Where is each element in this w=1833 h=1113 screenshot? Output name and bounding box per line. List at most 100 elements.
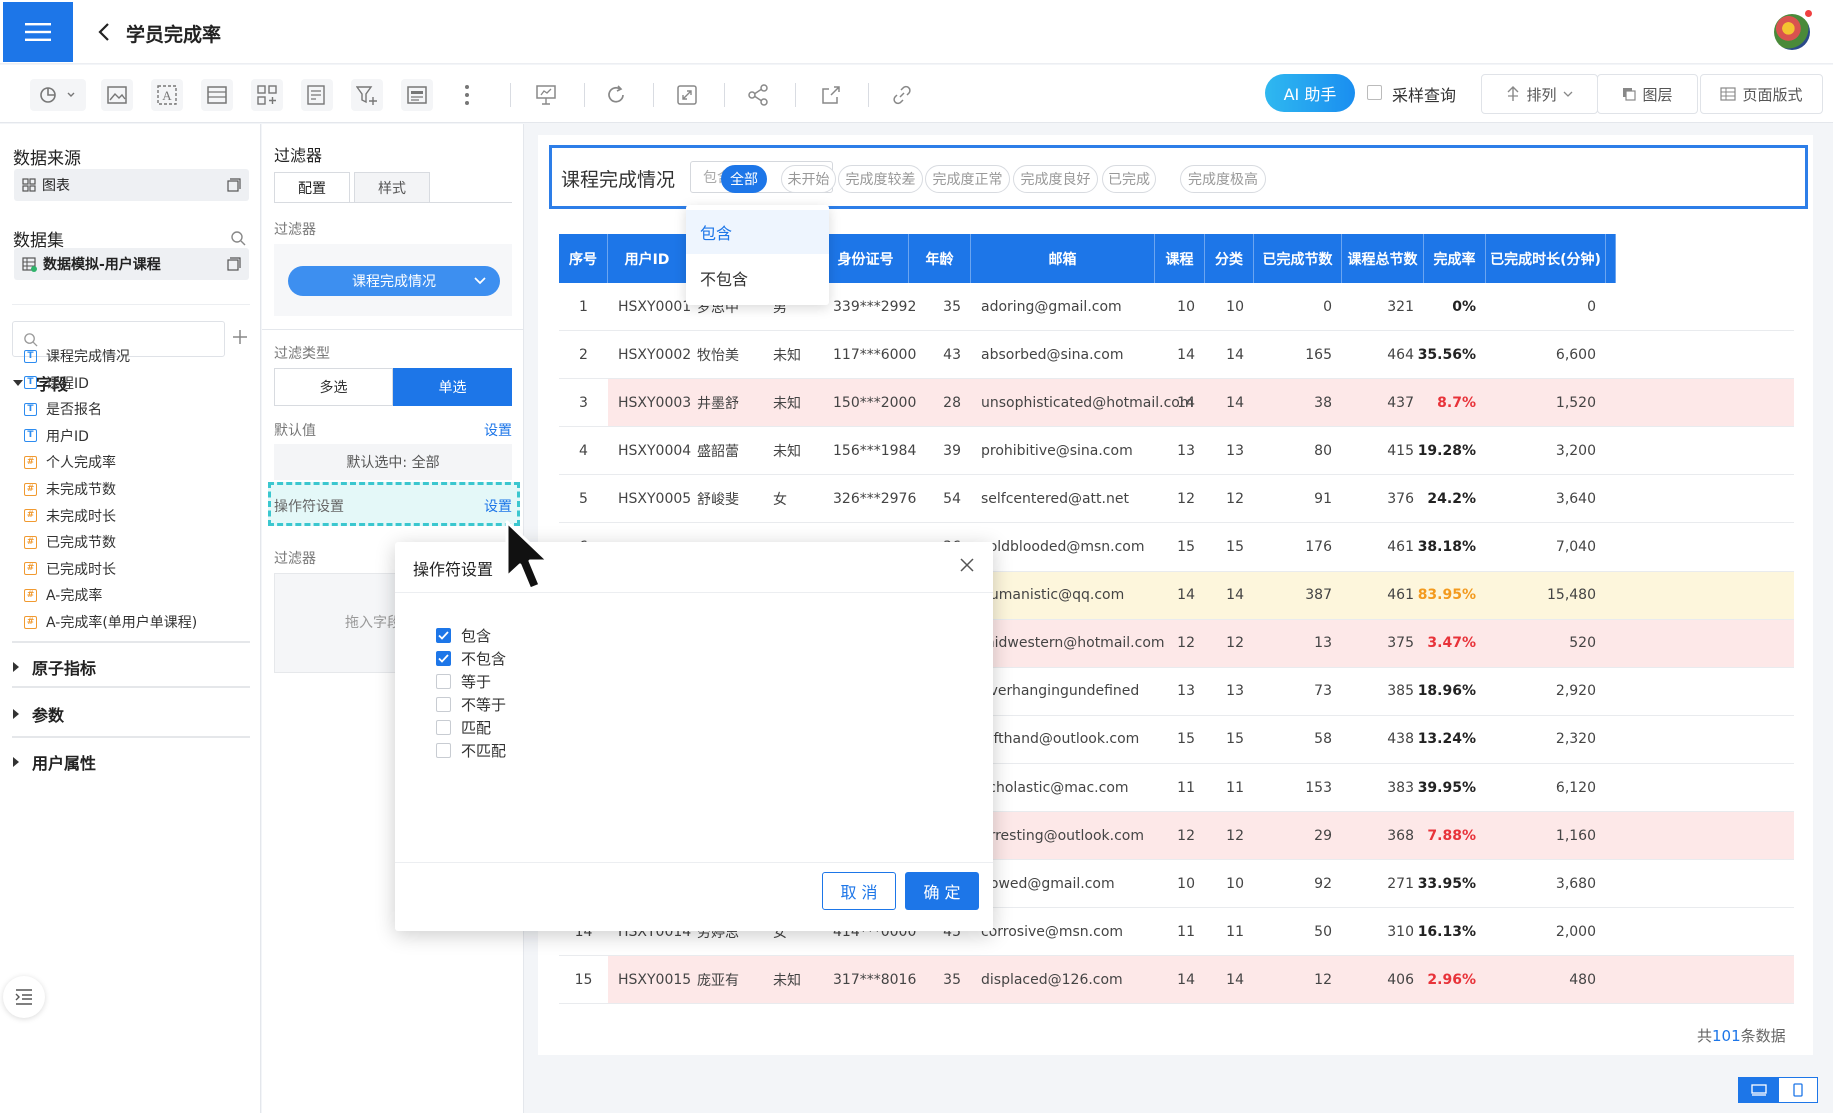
filter-chip[interactable]: 未开始 [781,165,836,193]
field-item[interactable]: # A-完成率(单用户单课程) [24,612,197,632]
operator-set-link[interactable]: 设置 [484,496,512,516]
page-format-button[interactable]: 页面版式 [1700,74,1823,114]
table-header-cell[interactable]: 身份证号 [823,234,909,283]
filter-chip[interactable]: 全部 [721,165,767,193]
close-icon[interactable] [960,558,974,572]
table-cell-cat: 14 [1226,346,1244,363]
operator-option-label: 不包含 [461,650,507,668]
params-group[interactable]: 参数 [12,702,64,726]
filter-chip[interactable]: 完成度正常 [925,165,1010,193]
table-row[interactable]: 4 HSXY0004 盛韶蕾 未知 156***1984 39 prohibitive@si… [559,427,1794,476]
table-cell-rate: 39.95% [1417,779,1476,796]
table-header-cell[interactable]: 已完成节数 [1254,234,1342,283]
operator-option[interactable]: 匹配 [436,717,491,738]
operator-option-not-contains[interactable]: 不包含 [686,256,829,300]
operator-option-contains[interactable]: 包含 [686,210,829,254]
filter-chip[interactable]: 完成度极高 [1180,165,1266,193]
operator-option[interactable]: 不包含 [436,648,506,669]
collapse-panel-button[interactable] [3,976,45,1018]
arrange-button[interactable]: 排列 [1481,74,1598,114]
table-header-cell[interactable]: 完成率 [1424,234,1486,283]
table-header-cell[interactable]: 课程 [1155,234,1205,283]
dataset-item[interactable]: 数据模拟-用户课程 [14,248,249,280]
field-item[interactable]: # A-完成率 [24,585,102,605]
sample-query-checkbox[interactable] [1367,85,1382,100]
search-icon[interactable] [230,230,246,246]
mobile-view-button[interactable] [1779,1078,1817,1102]
export-icon[interactable] [815,79,847,111]
default-value-set-link[interactable]: 设置 [484,420,512,440]
table-cell-course: 14 [1177,971,1195,988]
table-header-cell[interactable]: 序号 [559,234,608,283]
layers-button[interactable]: 图层 [1597,74,1698,114]
field-item[interactable]: T 用户ID [24,426,89,446]
menu-button[interactable] [3,2,73,62]
field-item[interactable]: T 课程ID [24,373,89,393]
table-row[interactable]: 2 HSXY0002 牧怡美 未知 117***6000 43 absorbed@sina.… [559,331,1794,380]
table-row[interactable]: 15 HSXY0015 庞亚有 未知 317***8016 35 displaced@126… [559,956,1794,1005]
table-header-cell[interactable]: 用户ID [608,234,687,283]
filter-chip[interactable]: 完成度较差 [838,165,923,193]
table-icon[interactable] [201,79,233,111]
cancel-button[interactable]: 取 消 [822,872,896,910]
more-icon[interactable] [451,79,483,111]
add-icon[interactable] [232,329,248,345]
avatar[interactable] [1774,14,1810,50]
component-icon[interactable] [251,79,283,111]
layout-icon[interactable] [401,79,433,111]
image-icon[interactable] [101,79,133,111]
table-row[interactable]: 5 HSXY0005 舒峻斐 女 326***2976 54 selfcentered@at… [559,475,1794,524]
table-header-cell[interactable]: 邮箱 [971,234,1155,283]
filter-chip[interactable]: 已完成 [1102,165,1156,193]
desktop-view-button[interactable] [1739,1078,1779,1102]
field-item[interactable]: # 未完成时长 [24,506,116,526]
filter-type-single[interactable]: 单选 [393,368,512,406]
field-item[interactable]: # 个人完成率 [24,452,116,472]
checkbox[interactable] [436,674,451,689]
text-icon[interactable]: A [151,79,183,111]
filter-chip[interactable]: 完成度良好 [1013,165,1098,193]
checkbox[interactable] [436,743,451,758]
user-attributes-group[interactable]: 用户属性 [12,750,96,774]
field-item[interactable]: # 已完成时长 [24,559,116,579]
fullscreen-icon[interactable] [671,79,703,111]
checkbox-checked[interactable] [436,651,451,666]
table-header-cell[interactable]: 课程总节数 [1342,234,1424,283]
table-cell-idno: 326***2976 [833,490,917,507]
refresh-icon[interactable] [600,79,632,111]
checkbox-checked[interactable] [436,628,451,643]
back-icon[interactable] [98,22,110,42]
table-header-cell[interactable]: 已完成时长(分钟) [1486,234,1606,283]
table-cell-email: bowed@gmail.com [981,875,1115,892]
filter-add-icon[interactable] [351,79,383,111]
table-header-cell[interactable]: 年龄 [909,234,971,283]
tab-style[interactable]: 样式 [354,172,430,202]
field-item[interactable]: T 课程完成情况 [24,346,130,366]
filter-field-pill[interactable]: 课程完成情况 [288,266,500,296]
field-item[interactable]: T 是否报名 [24,399,102,419]
operator-option[interactable]: 包含 [436,625,491,646]
checkbox[interactable] [436,720,451,735]
field-item[interactable]: # 未完成节数 [24,479,116,499]
present-icon[interactable] [530,79,562,111]
table-header-cell[interactable]: 分类 [1205,234,1254,283]
atomic-metrics-group[interactable]: 原子指标 [12,655,96,679]
form-icon[interactable] [301,79,333,111]
datasource-item[interactable]: 图表 [14,169,249,201]
table-cell-total: 376 [1387,490,1414,507]
tab-config[interactable]: 配置 [274,172,350,202]
ai-assistant-button[interactable]: AI 助手 [1265,74,1355,112]
operator-option[interactable]: 不等于 [436,694,506,715]
filter-type-multi[interactable]: 多选 [274,368,393,406]
field-item[interactable]: # 已完成节数 [24,532,116,552]
operator-option[interactable]: 不匹配 [436,740,506,761]
table-cell-email: adoring@gmail.com [981,298,1122,315]
link-icon[interactable] [886,79,918,111]
toolbar-divider [510,83,511,107]
chart-type-icon[interactable] [30,79,86,111]
table-row[interactable]: 3 HSXY0003 井墨舒 未知 150***2000 28 unsophisticate… [559,379,1794,428]
confirm-button[interactable]: 确 定 [905,872,979,910]
share-icon[interactable] [742,79,774,111]
operator-option[interactable]: 等于 [436,671,491,692]
checkbox[interactable] [436,697,451,712]
